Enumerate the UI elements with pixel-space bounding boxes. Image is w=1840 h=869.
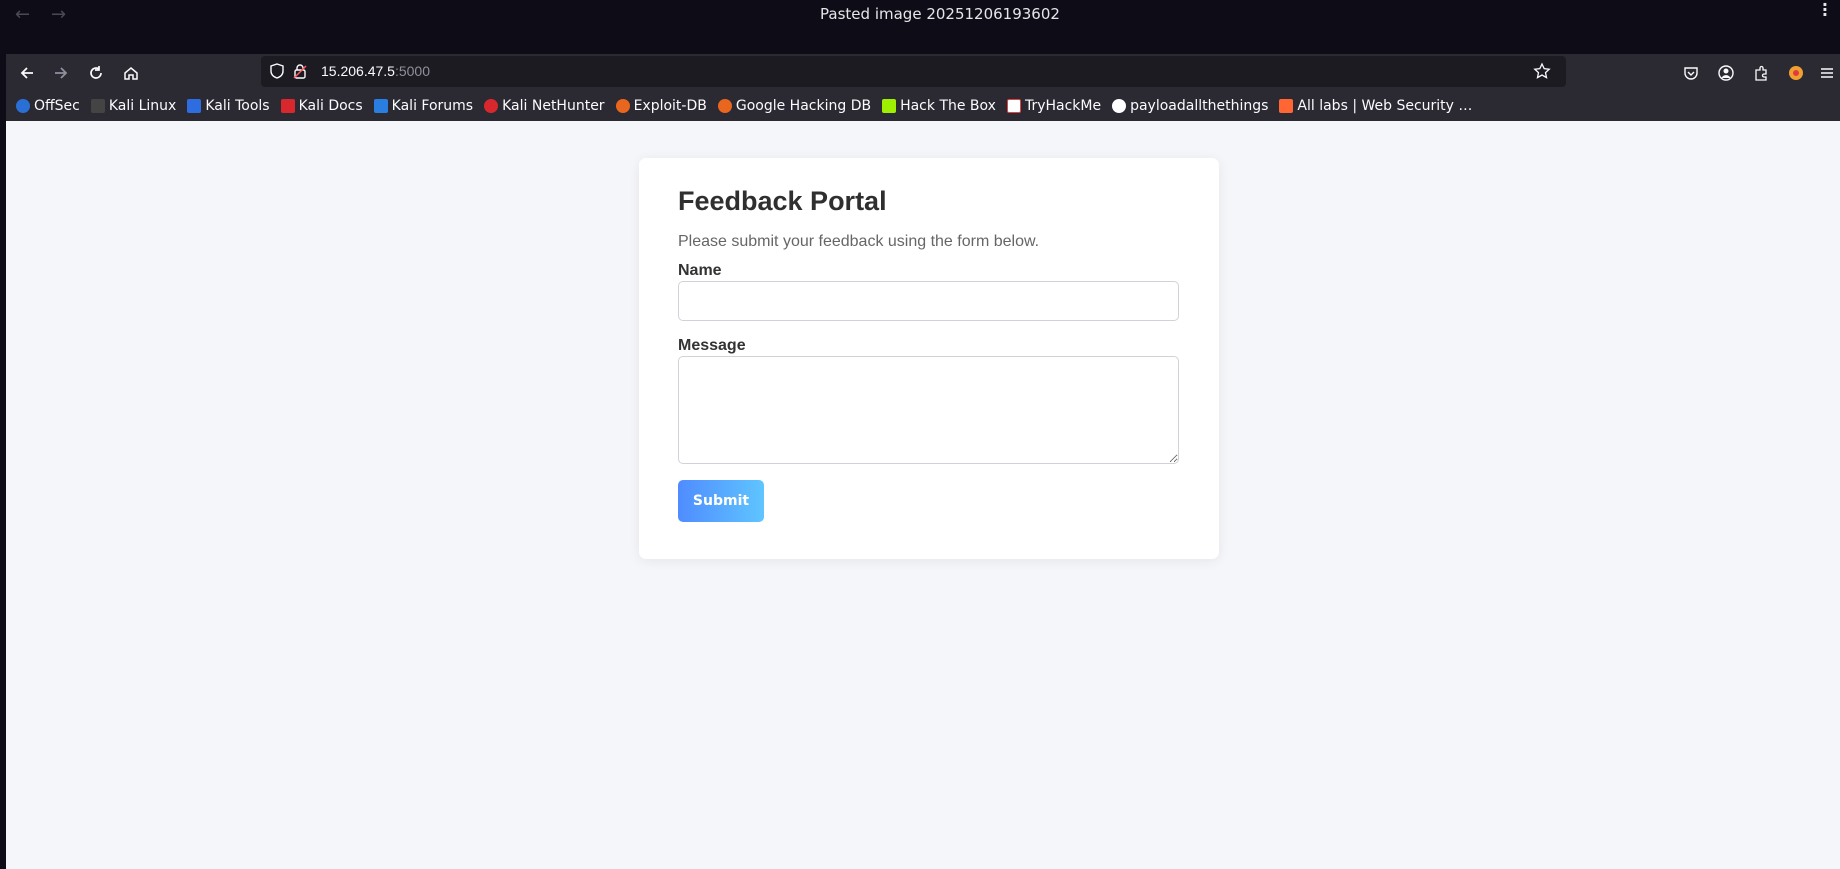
exploit-db-icon bbox=[615, 99, 630, 113]
message-textarea[interactable] bbox=[678, 356, 1179, 464]
bookmark-google-hacking-db[interactable]: Google Hacking DB bbox=[717, 98, 871, 114]
kali-tools-icon bbox=[187, 99, 202, 113]
bookmark-star-icon[interactable] bbox=[1531, 60, 1553, 82]
tryhackme-icon bbox=[1006, 99, 1021, 113]
bookmark-hack-the-box[interactable]: Hack The Box bbox=[882, 98, 996, 114]
bookmark-offsec[interactable]: OffSec bbox=[16, 98, 80, 114]
image-viewer-titlebar: ← → Pasted image 20251206193602 · · · bbox=[0, 0, 1840, 54]
github-icon bbox=[1112, 99, 1127, 113]
extension-badge-icon[interactable] bbox=[1785, 62, 1807, 84]
name-label: Name bbox=[678, 262, 722, 279]
submit-button[interactable]: Submit bbox=[678, 480, 764, 522]
url-bar[interactable]: 15.206.47.5:5000 bbox=[261, 56, 1566, 87]
browser-toolbar: 15.206.47.5:5000 bbox=[6, 54, 1840, 91]
back-icon[interactable] bbox=[16, 62, 38, 84]
bookmark-payloadallthethings[interactable]: payloadallthethings bbox=[1112, 98, 1268, 114]
bookmark-kali-nethunter[interactable]: Kali NetHunter bbox=[484, 98, 605, 114]
page-viewport: Feedback Portal Please submit your feedb… bbox=[6, 121, 1840, 869]
htb-cube-icon bbox=[882, 99, 897, 113]
bookmark-kali-tools[interactable]: Kali Tools bbox=[187, 98, 270, 114]
kali-forums-icon bbox=[373, 99, 388, 113]
bookmark-kali-forums[interactable]: Kali Forums bbox=[373, 98, 473, 114]
viewer-title: Pasted image 20251206193602 bbox=[820, 5, 1060, 23]
bookmarks-toolbar: OffSec Kali Linux Kali Tools Kali Docs K… bbox=[6, 91, 1840, 121]
home-icon[interactable] bbox=[120, 62, 142, 84]
url-port: :5000 bbox=[394, 63, 431, 79]
lock-insecure-icon[interactable] bbox=[289, 60, 311, 82]
url-text[interactable]: 15.206.47.5:5000 bbox=[321, 63, 430, 79]
nethunter-icon bbox=[484, 99, 499, 113]
bookmark-all-labs[interactable]: All labs | Web Security … bbox=[1279, 98, 1472, 114]
bookmark-kali-docs[interactable]: Kali Docs bbox=[280, 98, 363, 114]
feedback-card: Feedback Portal Please submit your feedb… bbox=[639, 158, 1219, 559]
kali-docs-icon bbox=[280, 99, 295, 113]
pocket-icon[interactable] bbox=[1680, 62, 1702, 84]
bookmark-kali-linux[interactable]: Kali Linux bbox=[90, 98, 176, 114]
kebab-menu-icon[interactable]: · · · bbox=[1822, 0, 1828, 23]
forward-icon[interactable] bbox=[50, 62, 72, 84]
extensions-icon[interactable] bbox=[1750, 62, 1772, 84]
message-label: Message bbox=[678, 337, 746, 354]
account-icon[interactable] bbox=[1715, 62, 1737, 84]
bookmark-exploit-db[interactable]: Exploit-DB bbox=[615, 98, 707, 114]
url-host: 15.206.47.5 bbox=[321, 63, 395, 79]
ghdb-icon bbox=[717, 99, 732, 113]
bookmark-tryhackme[interactable]: TryHackMe bbox=[1006, 98, 1101, 114]
offsec-icon bbox=[16, 99, 30, 113]
browser-window: 15.206.47.5:5000 OffSec Kali Linux Kali … bbox=[6, 54, 1840, 869]
reload-icon[interactable] bbox=[85, 62, 107, 84]
page-title: Feedback Portal bbox=[678, 186, 887, 216]
kali-dragon-icon bbox=[90, 99, 105, 113]
name-input[interactable] bbox=[678, 281, 1179, 321]
hamburger-menu-icon[interactable] bbox=[1816, 62, 1838, 84]
portswigger-icon bbox=[1279, 99, 1294, 113]
shield-icon[interactable] bbox=[266, 60, 288, 82]
page-subtitle: Please submit your feedback using the fo… bbox=[678, 233, 1040, 250]
